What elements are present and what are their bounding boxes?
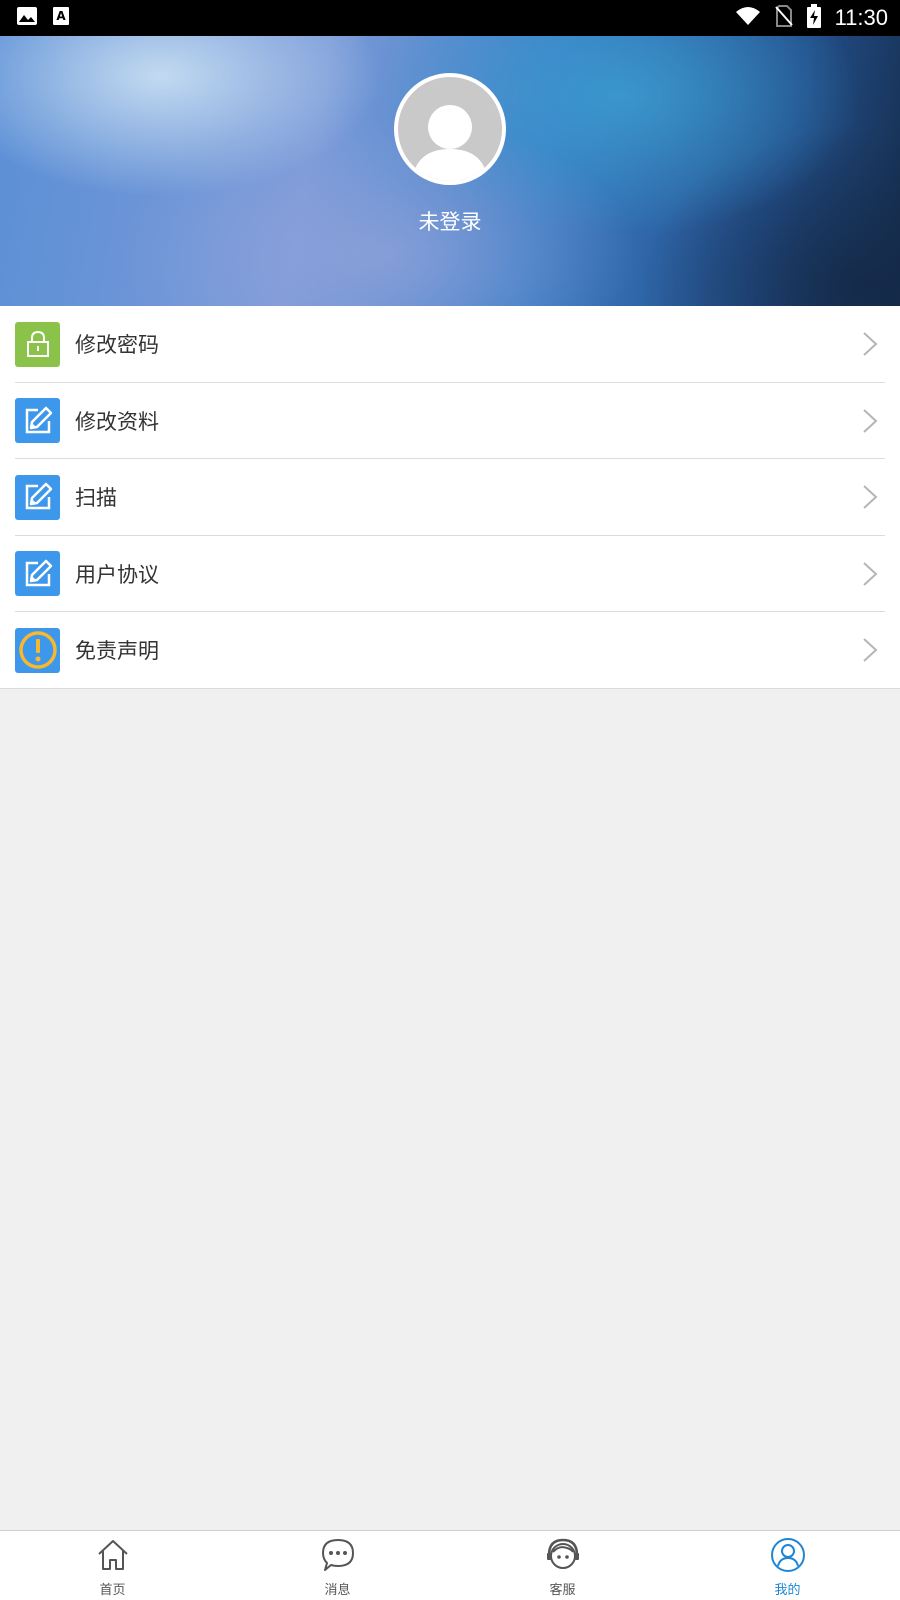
menu-item-label: 扫描 xyxy=(75,486,117,511)
default-avatar-icon[interactable] xyxy=(394,73,506,185)
settings-menu: 修改密码 修改资料 扫描 用户协议 免责声明 xyxy=(0,306,900,689)
chevron-right-icon xyxy=(863,332,878,356)
nav-label: 我的 xyxy=(774,1583,801,1598)
wifi-icon xyxy=(735,6,761,30)
edit-icon xyxy=(15,474,60,520)
menu-item-label: 修改资料 xyxy=(75,409,159,434)
edit-icon xyxy=(15,551,60,597)
bottom-nav: 首页 消息 客服 我的 xyxy=(0,1530,900,1600)
menu-item-label: 修改密码 xyxy=(75,333,159,358)
chevron-right-icon xyxy=(863,485,878,509)
chevron-right-icon xyxy=(863,638,878,662)
nav-item-home[interactable]: 首页 xyxy=(0,1531,225,1600)
menu-item-edit-profile[interactable]: 修改资料 xyxy=(0,383,900,460)
login-status-label[interactable]: 未登录 xyxy=(0,206,900,236)
battery-charging-icon xyxy=(806,4,821,32)
image-icon xyxy=(16,6,38,30)
status-left: A xyxy=(16,6,70,30)
status-right: 11:30 xyxy=(735,4,888,32)
edit-icon xyxy=(15,398,60,444)
lock-icon xyxy=(15,321,60,367)
nav-item-messages[interactable]: 消息 xyxy=(225,1531,450,1600)
no-sim-icon xyxy=(774,5,793,31)
warning-icon xyxy=(15,627,60,673)
menu-item-label: 免责声明 xyxy=(75,639,159,664)
nav-label: 首页 xyxy=(99,1583,126,1598)
message-icon xyxy=(321,1539,354,1571)
text-a-icon: A xyxy=(52,6,70,30)
profile-header: 未登录 xyxy=(0,36,900,306)
menu-item-disclaimer[interactable]: 免责声明 xyxy=(0,612,900,689)
nav-item-me[interactable]: 我的 xyxy=(675,1531,900,1600)
menu-item-change-password[interactable]: 修改密码 xyxy=(0,306,900,383)
chevron-right-icon xyxy=(863,562,878,586)
menu-item-scan[interactable]: 扫描 xyxy=(0,459,900,536)
status-bar: A 11:30 xyxy=(0,0,900,36)
user-icon xyxy=(770,1538,805,1572)
svg-text:A: A xyxy=(56,9,66,23)
customer-service-icon xyxy=(546,1538,579,1569)
nav-item-customer-service[interactable]: 客服 xyxy=(450,1531,675,1600)
chevron-right-icon xyxy=(863,409,878,433)
nav-label: 客服 xyxy=(549,1583,576,1598)
home-icon xyxy=(97,1540,128,1570)
menu-item-label: 用户协议 xyxy=(75,562,159,587)
status-time: 11:30 xyxy=(834,5,888,30)
nav-label: 消息 xyxy=(324,1583,351,1598)
menu-item-user-agreement[interactable]: 用户协议 xyxy=(0,536,900,613)
